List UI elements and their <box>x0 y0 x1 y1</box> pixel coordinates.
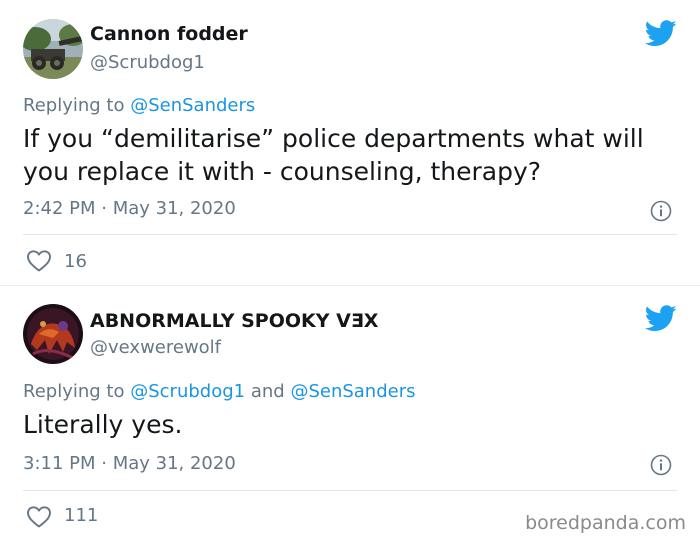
avatar[interactable] <box>23 19 83 79</box>
mention-link[interactable]: @SenSanders <box>290 381 415 402</box>
timestamp[interactable]: 2:42 PM · May 31, 2020 <box>23 198 236 219</box>
replying-to: Replying to @SenSanders <box>23 95 255 116</box>
mention-link[interactable]: @Scrubdog1 <box>130 381 245 402</box>
user-handle[interactable]: @vexwerewolf <box>90 337 221 358</box>
replying-label: Replying to <box>23 381 125 402</box>
watermark: boredpanda.com <box>525 512 686 534</box>
replying-to: Replying to @Scrubdog1 and @SenSanders <box>23 381 416 402</box>
divider <box>23 234 677 235</box>
cannon-photo-avatar-icon <box>23 19 83 79</box>
replying-label: Replying to <box>23 95 125 116</box>
heart-outline-icon[interactable] <box>26 249 52 273</box>
tweet-text: Literally yes. <box>23 410 183 439</box>
divider <box>23 490 677 491</box>
user-handle[interactable]: @Scrubdog1 <box>90 52 205 73</box>
tweet-card[interactable]: Cannon fodder @Scrubdog1 Replying to @Se… <box>0 0 700 285</box>
dark-red-creature-avatar-icon <box>23 304 83 364</box>
twitter-bird-icon[interactable] <box>645 305 677 332</box>
heart-outline-icon[interactable] <box>26 505 52 529</box>
tweet-card[interactable]: ABNORMALLY SPOOKY VƎX @vexwerewolf Reply… <box>0 285 700 543</box>
avatar[interactable] <box>23 304 83 364</box>
info-icon[interactable] <box>650 200 672 222</box>
like-count: 111 <box>64 505 99 526</box>
twitter-bird-icon[interactable] <box>645 20 677 47</box>
display-name[interactable]: Cannon fodder <box>90 23 248 45</box>
timestamp[interactable]: 3:11 PM · May 31, 2020 <box>23 453 236 474</box>
tweet-text: If you “demilitarise” police departments… <box>23 124 644 186</box>
like-count: 16 <box>64 251 87 272</box>
mention-link[interactable]: @SenSanders <box>130 95 255 116</box>
mention-joiner: and <box>250 381 285 402</box>
info-icon[interactable] <box>650 454 672 476</box>
display-name[interactable]: ABNORMALLY SPOOKY VƎX <box>90 310 378 332</box>
